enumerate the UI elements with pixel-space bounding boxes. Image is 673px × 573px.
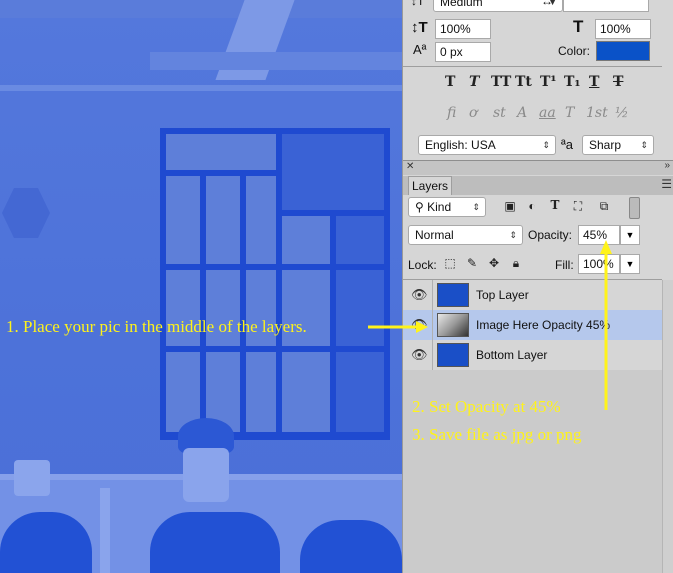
background-photo	[0, 0, 402, 573]
ceiling	[0, 0, 402, 18]
baseline-shift-input[interactable]: 0 px	[435, 42, 491, 62]
layer-name: Image Here Opacity 45%	[476, 318, 611, 332]
annotation-step-1: 1. Place your pic in the middle of the l…	[6, 317, 307, 336]
layer-name: Bottom Layer	[476, 348, 548, 362]
layer-thumbnail	[437, 343, 469, 367]
photoshop-panel: Medium ▼ ↕T ↔ ↕T 100% T 100% Aª 0 px Col…	[402, 0, 673, 573]
lock-label: Lock:	[408, 258, 437, 272]
chevron-updown-icon: ⇕	[640, 140, 648, 150]
pixel-filter-icon[interactable]: ▣	[501, 197, 519, 215]
eye-icon[interactable]: 👁︎	[411, 347, 428, 363]
eye-icon[interactable]: 👁︎	[411, 287, 428, 303]
chevron-updown-icon: ⇕	[509, 230, 517, 240]
filter-kind-value: Kind	[427, 200, 452, 214]
underline-button[interactable]: T	[589, 74, 599, 90]
row-separator	[432, 310, 433, 340]
antialias-icon: ªa	[561, 137, 574, 152]
all-caps-button[interactable]: TT	[491, 74, 511, 90]
divider	[403, 66, 662, 67]
opacity-label: Opacity:	[528, 228, 573, 242]
smart-object-filter-icon[interactable]: ⧉	[595, 197, 613, 215]
contextual-button[interactable]: T	[565, 105, 574, 121]
lock-position-icon[interactable]: ✥	[485, 254, 503, 272]
old-style-button[interactable]: ơ	[469, 105, 477, 121]
layer-name: Top Layer	[476, 288, 529, 302]
row-separator	[432, 340, 433, 370]
annotation-step-2: 2. Set Opacity at 45%	[412, 397, 561, 416]
chair-right	[300, 520, 402, 573]
opacity-dropdown-button[interactable]: ▼	[620, 225, 640, 245]
blend-mode-select[interactable]: Normal ⇕	[408, 225, 523, 245]
text-color-swatch[interactable]	[596, 41, 650, 61]
window-frame	[160, 128, 390, 440]
layer-thumbnail	[437, 313, 469, 337]
collapse-icon[interactable]: »	[664, 160, 670, 171]
eye-icon[interactable]: 👁︎	[411, 317, 428, 333]
faux-italic-button[interactable]: T	[469, 74, 479, 90]
ligatures-button[interactable]: fi	[447, 105, 456, 121]
color-label: Color:	[558, 44, 591, 58]
antialias-value: Sharp	[589, 138, 622, 152]
layer-row-top[interactable]: 👁︎ Top Layer	[403, 280, 662, 311]
layer-row-bottom[interactable]: 👁︎ Bottom Layer	[403, 340, 662, 371]
opacity-input[interactable]: 45%	[578, 225, 620, 245]
annotation-step-3: 3. Save file as jpg or png	[412, 425, 582, 444]
close-icon[interactable]: ✕	[406, 161, 414, 172]
lock-all-icon[interactable]: 🔒︎	[507, 254, 525, 272]
vertical-scale-input[interactable]: 100%	[435, 19, 491, 39]
chevron-updown-icon: ⇕	[542, 140, 550, 150]
chevron-updown-icon: ⇕	[472, 202, 480, 212]
adjustment-filter-icon[interactable]: ◐	[523, 197, 541, 215]
subscript-button[interactable]: T₁	[564, 74, 581, 90]
strikethrough-button[interactable]: T	[613, 74, 623, 90]
row-separator	[432, 280, 433, 310]
fill-label: Fill:	[555, 258, 574, 272]
stylistic-alternates-button[interactable]: A	[517, 105, 527, 121]
pencil-cup	[14, 460, 50, 496]
plant-pot	[183, 448, 229, 502]
fractions-button[interactable]: ½	[615, 105, 629, 121]
filter-toggle[interactable]	[629, 197, 640, 219]
titling-alternates-button[interactable]: aa	[539, 105, 556, 121]
shape-filter-icon[interactable]: ⛶	[569, 197, 587, 215]
layers-panel-titlebar: ✕ »	[403, 160, 673, 175]
antialias-select[interactable]: Sharp ⇕	[582, 135, 654, 155]
superscript-button[interactable]: T¹	[540, 74, 557, 90]
language-value: English: USA	[425, 138, 496, 152]
lock-brush-icon[interactable]: ✎	[463, 254, 481, 272]
fill-dropdown-button[interactable]: ▼	[620, 254, 640, 274]
chair-left	[0, 512, 92, 573]
filter-kind-select[interactable]: ⚲ Kind ⇕	[408, 197, 486, 217]
swash-button[interactable]: st	[493, 105, 506, 121]
kerning-input[interactable]	[563, 0, 649, 12]
fill-input[interactable]: 100%	[578, 254, 620, 274]
small-caps-button[interactable]: Tt	[515, 74, 532, 90]
layers-scrollbar[interactable]	[662, 280, 673, 573]
blend-mode-value: Normal	[415, 228, 454, 242]
vertical-scale-icon: ↕T	[411, 19, 428, 36]
hexagon-clock	[2, 188, 50, 238]
layer-thumbnail	[437, 283, 469, 307]
lock-transparent-icon[interactable]: ⬚	[441, 254, 459, 272]
table-leg	[100, 488, 110, 573]
baseline-shift-icon: Aª	[413, 42, 427, 57]
panel-menu-icon[interactable]: ☰	[661, 177, 672, 191]
wall-line	[0, 85, 402, 91]
chair-middle	[150, 512, 280, 573]
horizontal-scale-input[interactable]: 100%	[595, 19, 651, 39]
font-style-value: Medium	[440, 0, 483, 9]
tab-layers[interactable]: Layers	[408, 176, 452, 195]
cable-tray	[150, 52, 402, 70]
language-select[interactable]: English: USA ⇕	[418, 135, 556, 155]
layer-row-image[interactable]: 👁︎ Image Here Opacity 45%	[403, 310, 662, 341]
ordinals-button[interactable]: 1st	[586, 105, 608, 121]
search-icon: ⚲	[415, 200, 424, 214]
font-size-icon: ↕T	[411, 0, 425, 8]
faux-bold-button[interactable]: T	[445, 74, 455, 90]
kerning-icon: ↔	[541, 0, 553, 8]
horizontal-scale-icon: T	[573, 17, 584, 36]
type-filter-icon[interactable]: T	[546, 196, 564, 214]
